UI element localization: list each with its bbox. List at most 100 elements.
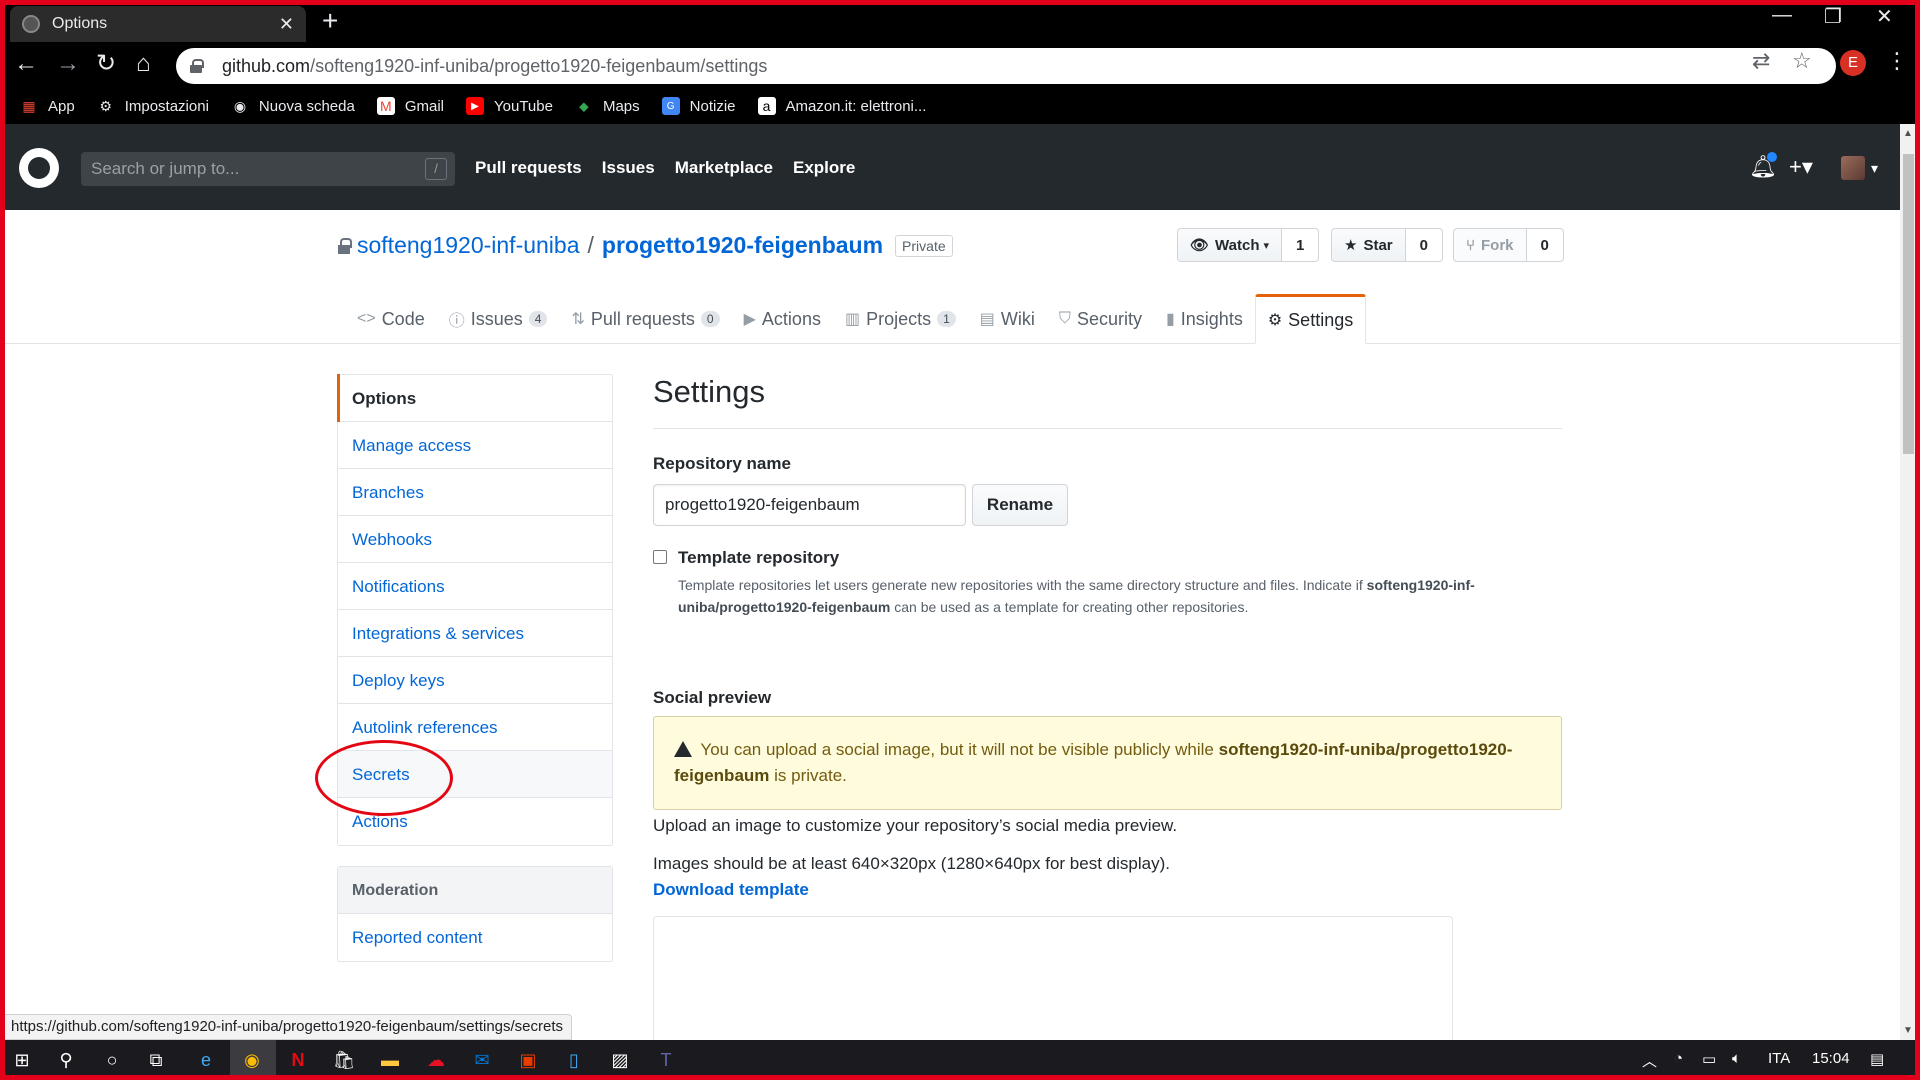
bookmark-impostazioni[interactable]: ⚙ Impostazioni <box>97 97 209 115</box>
close-window-icon[interactable]: ✕ <box>1876 4 1893 29</box>
rename-button[interactable]: Rename <box>972 484 1068 526</box>
language-indicator[interactable]: ITA <box>1768 1050 1790 1067</box>
address-url: github.com/softeng1920-inf-uniba/progett… <box>222 55 768 76</box>
file-explorer-icon[interactable]: ▬ <box>378 1048 402 1072</box>
tab-settings[interactable]: ⚙ Settings <box>1254 294 1367 344</box>
tab-insights[interactable]: ▮ Insights <box>1154 294 1255 344</box>
template-label[interactable]: Template repository <box>678 548 839 568</box>
forward-icon[interactable]: → <box>56 50 80 78</box>
page-scrollbar[interactable]: ▲ ▼ <box>1900 124 1917 1040</box>
nav-marketplace[interactable]: Marketplace <box>675 158 773 178</box>
home-icon[interactable]: ⌂ <box>136 50 151 78</box>
tab-code[interactable]: <> Code <box>345 294 437 344</box>
chrome-icon[interactable]: ◉ <box>240 1048 264 1072</box>
minimize-icon[interactable]: — <box>1772 4 1792 27</box>
repo-owner-link[interactable]: softeng1920-inf-uniba <box>357 232 580 259</box>
nav-issues[interactable]: Issues <box>602 158 655 178</box>
menu-webhooks[interactable]: Webhooks <box>338 516 612 563</box>
menu-reported-content[interactable]: Reported content <box>338 914 612 961</box>
battery-icon[interactable]: ▭ <box>1702 1050 1716 1068</box>
back-icon[interactable]: ← <box>14 50 38 78</box>
search-icon[interactable]: ⚲ <box>54 1048 78 1072</box>
watch-group: 👁︎ Watch ▾ 1 <box>1177 228 1320 262</box>
menu-secrets[interactable]: Secrets <box>338 751 612 798</box>
bookmark-star-icon[interactable]: ☆ <box>1792 48 1812 74</box>
user-avatar[interactable] <box>1841 156 1865 180</box>
create-new-icon[interactable]: +▾ <box>1789 154 1813 180</box>
mail-icon[interactable]: ✉ <box>470 1048 494 1072</box>
fork-count[interactable]: 0 <box>1526 228 1564 262</box>
menu-autolink-references[interactable]: Autolink references <box>338 704 612 751</box>
book-icon: ▤ <box>979 311 995 328</box>
office-icon[interactable]: ▣ <box>516 1048 540 1072</box>
bookmark-youtube[interactable]: ▶ YouTube <box>466 97 553 115</box>
star-button[interactable]: ★ Star <box>1331 228 1406 262</box>
lock-icon[interactable] <box>190 59 204 73</box>
download-template-link[interactable]: Download template <box>653 880 809 900</box>
document-icon[interactable]: ▯ <box>562 1048 586 1072</box>
scroll-up-icon[interactable]: ▲ <box>1903 128 1913 139</box>
tab-actions[interactable]: ▶ Actions <box>732 294 833 344</box>
edge-icon[interactable]: e <box>194 1048 218 1072</box>
moderation-heading: Moderation <box>338 867 612 914</box>
tray-chevron-icon[interactable]: ︿ <box>1642 1050 1657 1071</box>
notification-center-icon[interactable]: ▤ <box>1870 1050 1884 1068</box>
fork-button[interactable]: ⑂ Fork <box>1453 228 1527 262</box>
chrome-menu-icon[interactable]: ⋮ <box>1886 48 1908 74</box>
bookmark-maps[interactable]: ⬥ Maps <box>575 97 640 115</box>
close-tab-icon[interactable]: ✕ <box>279 14 294 35</box>
lock-icon <box>337 237 352 254</box>
nav-explore[interactable]: Explore <box>793 158 855 178</box>
tab-pull-requests[interactable]: ⇅ Pull requests 0 <box>559 294 731 344</box>
cortana-icon[interactable]: ○ <box>100 1048 124 1072</box>
new-tab-icon[interactable]: + <box>322 6 338 36</box>
tab-title: Options <box>52 15 108 32</box>
tab-projects[interactable]: ▥ Projects 1 <box>833 294 968 344</box>
clock[interactable]: 15:04 <box>1812 1050 1850 1067</box>
watch-button[interactable]: 👁︎ Watch ▾ <box>1177 228 1283 262</box>
menu-deploy-keys[interactable]: Deploy keys <box>338 657 612 704</box>
menu-options[interactable]: Options <box>337 374 612 422</box>
search-input[interactable]: Search or jump to... / <box>81 152 455 186</box>
bookmark-nuova-scheda[interactable]: ◉ Nuova scheda <box>231 97 355 115</box>
netflix-icon[interactable]: N <box>286 1048 310 1072</box>
volume-icon[interactable]: 🔈︎ <box>1732 1050 1741 1067</box>
teams-icon[interactable]: T <box>654 1048 678 1072</box>
nav-pull-requests[interactable]: Pull requests <box>475 158 582 178</box>
menu-notifications[interactable]: Notifications <box>338 563 612 610</box>
windows-start-icon[interactable]: ⊞ <box>10 1048 34 1072</box>
scroll-down-icon[interactable]: ▼ <box>1903 1025 1913 1036</box>
bookmark-gmail[interactable]: M Gmail <box>376 97 444 115</box>
star-count[interactable]: 0 <box>1405 228 1443 262</box>
chevron-down-icon[interactable]: ▾ <box>1871 160 1878 177</box>
scrollbar-thumb[interactable] <box>1903 154 1914 454</box>
tab-security[interactable]: ⛉ Security <box>1047 294 1154 344</box>
repo-name-link[interactable]: progetto1920-feigenbaum <box>602 232 883 259</box>
profile-avatar[interactable]: E <box>1840 50 1866 76</box>
menu-manage-access[interactable]: Manage access <box>338 422 612 469</box>
bookmark-amazon[interactable]: a Amazon.it: elettroni... <box>757 97 926 115</box>
repo-name-input[interactable] <box>653 484 966 526</box>
menu-branches[interactable]: Branches <box>338 469 612 516</box>
github-logo-icon[interactable] <box>19 148 59 188</box>
store-icon[interactable]: 🛍︎ <box>332 1048 356 1072</box>
menu-actions[interactable]: Actions <box>338 798 612 845</box>
github-favicon-icon <box>22 15 40 33</box>
bookmark-notizie[interactable]: G Notizie <box>661 97 736 115</box>
watch-count[interactable]: 1 <box>1282 228 1320 262</box>
restore-icon[interactable]: ❐ <box>1824 4 1842 29</box>
translate-icon[interactable]: ⇄ <box>1752 48 1770 74</box>
browser-tab[interactable]: Options ✕ <box>10 6 306 42</box>
app-red-icon[interactable]: ☁ <box>424 1048 448 1072</box>
bookmark-app[interactable]: ▦ App <box>20 97 74 115</box>
address-bar[interactable]: github.com/softeng1920-inf-uniba/progett… <box>176 48 1836 84</box>
task-view-icon[interactable]: ⧉ <box>144 1048 168 1072</box>
reload-icon[interactable]: ↻ <box>96 50 116 78</box>
photos-icon[interactable]: ▨ <box>608 1048 632 1072</box>
tab-issues[interactable]: ⓘ Issues 4 <box>437 294 560 344</box>
template-checkbox[interactable] <box>653 550 667 564</box>
project-icon: ▥ <box>844 311 861 328</box>
tab-wiki[interactable]: ▤ Wiki <box>968 294 1047 344</box>
wifi-icon[interactable]: ◔ <box>1674 1050 1683 1067</box>
menu-integrations-services[interactable]: Integrations & services <box>338 610 612 657</box>
